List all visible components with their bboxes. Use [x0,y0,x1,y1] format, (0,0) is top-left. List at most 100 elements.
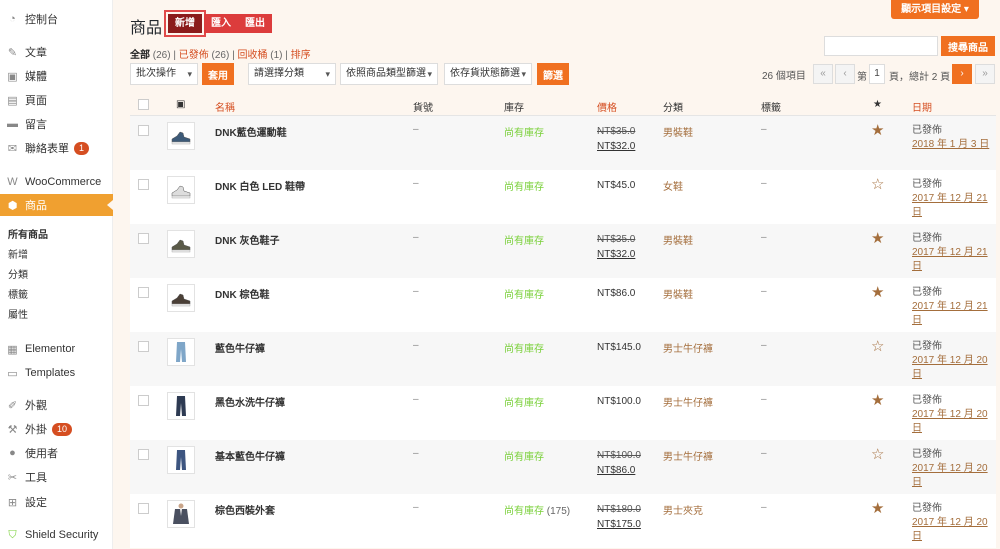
stock-label: 尚有庫存 [504,290,544,301]
product-category-link[interactable]: 男裝鞋 [663,124,693,139]
featured-star-icon[interactable]: ★ [871,391,884,409]
stock-status: 尚有庫存 [504,340,544,355]
view-all[interactable]: 全部 [130,50,150,61]
featured-star-icon[interactable]: ★ [871,499,884,517]
product-name-link[interactable]: 藍色牛仔褲 [215,340,265,355]
publish-date: 2018 年 1 月 3 日 [912,139,990,150]
row-checkbox[interactable] [138,503,149,514]
sidebar-item-10[interactable]: ✐ 外觀 [0,394,113,416]
column-name[interactable]: 名稱 [215,99,235,114]
sidebar-item-15[interactable]: ⛉ Shield Security [0,524,113,546]
export-button[interactable]: 匯出 [238,14,272,33]
featured-star-icon[interactable]: ★ [871,121,884,139]
product-thumbnail[interactable] [167,230,195,258]
product-category-link[interactable]: 男裝鞋 [663,232,693,247]
sidebar-item-12[interactable]: ● 使用者 [0,442,113,464]
prev-page-button[interactable]: ‹ [835,64,855,84]
last-page-button[interactable]: » [975,64,995,84]
bulk-action-select[interactable]: 批次操作 [130,63,198,85]
column-price[interactable]: 價格 [597,99,617,114]
product-thumbnail[interactable] [167,176,195,204]
product-category-link[interactable]: 男士牛仔褲 [663,394,713,409]
row-checkbox[interactable] [138,395,149,406]
column-sku[interactable]: 貨號 [413,99,433,114]
row-checkbox[interactable] [138,287,149,298]
sidebar-subitem-4[interactable]: 屬性 [0,304,113,322]
product-category-link[interactable]: 男士牛仔褲 [663,448,713,463]
sidebar-item-label: 文章 [25,47,47,59]
featured-star-icon[interactable]: ☆ [871,337,884,355]
apply-button[interactable]: 套用 [202,63,234,85]
row-checkbox[interactable] [138,233,149,244]
product-tags: – [761,502,767,513]
sidebar-item-11[interactable]: ⚒ 外掛 10 [0,418,113,440]
search-input[interactable] [824,36,938,56]
sidebar-item-6[interactable]: W WooCommerce [0,171,113,193]
add-new-button[interactable]: 新增 [164,10,206,37]
sidebar-item-7[interactable]: ⬢ 商品 [0,194,113,216]
column-date[interactable]: 日期 [912,99,932,114]
view-published[interactable]: 已發佈 [179,50,209,61]
product-type-filter-select[interactable]: 依照商品類型篩選 [340,63,438,85]
view-sort[interactable]: 排序 [291,50,311,61]
product-name-link[interactable]: DNK 灰色鞋子 [215,232,279,247]
product-name-link[interactable]: 黑色水洗牛仔褲 [215,394,285,409]
product-name-link[interactable]: DNK 白色 LED 鞋帶 [215,178,305,193]
category-filter-select[interactable]: 請選擇分類 [248,63,336,85]
sidebar-item-4[interactable]: ▬ 留言 [0,113,113,135]
search-products-button[interactable]: 搜尋商品 [941,36,995,56]
import-button[interactable]: 匯入 [204,14,238,33]
filter-button[interactable]: 篩選 [537,63,569,85]
sidebar-item-1[interactable]: ✎ 文章 [0,41,113,63]
product-name-link[interactable]: 棕色西裝外套 [215,502,275,517]
sidebar-item-5[interactable]: ✉ 聯絡表單 1 [0,137,113,159]
row-checkbox[interactable] [138,179,149,190]
sidebar-subitem-1[interactable]: 新增 [0,244,113,262]
stock-status: 尚有庫存 [504,394,544,409]
product-category-link[interactable]: 男士牛仔褲 [663,340,713,355]
row-checkbox[interactable] [138,449,149,460]
product-category-link[interactable]: 女鞋 [663,178,683,193]
product-category-link[interactable]: 男裝鞋 [663,286,693,301]
sidebar-item-14[interactable]: ⊞ 設定 [0,491,113,513]
product-thumbnail[interactable] [167,122,195,150]
product-name-link[interactable]: DNK藍色運動鞋 [215,124,287,139]
product-name-link[interactable]: DNK 棕色鞋 [215,286,269,301]
sidebar-subitem-2[interactable]: 分類 [0,264,113,282]
product-thumbnail[interactable] [167,446,195,474]
sidebar-subitem-3[interactable]: 標籤 [0,284,113,302]
price: NT$45.0 [597,180,636,191]
sidebar-item-13[interactable]: ✂ 工具 [0,466,113,488]
stock-status: 尚有庫存 (175) [504,502,570,517]
featured-star-icon[interactable]: ☆ [871,175,884,193]
product-thumbnail[interactable] [167,284,195,312]
view-trash[interactable]: 回收桶 [237,50,267,61]
sidebar-subitem-0[interactable]: 所有商品 [0,224,113,242]
sidebar-item-9[interactable]: ▭ Templates [0,362,113,384]
row-checkbox[interactable] [138,341,149,352]
product-tags: – [761,124,767,135]
product-category-link[interactable]: 男士夾克 [663,502,703,517]
next-page-button[interactable]: › [952,64,972,84]
current-page-input[interactable]: 1 [869,64,885,84]
row-checkbox[interactable] [138,125,149,136]
stock-status-filter-select[interactable]: 依存貨狀態篩選 [444,63,532,85]
first-page-button[interactable]: « [813,64,833,84]
shield-icon: ⛉ [8,528,17,541]
featured-star-icon[interactable]: ☆ [871,445,884,463]
sidebar-item-8[interactable]: ▦ Elementor [0,338,113,360]
sidebar-item-0[interactable]: ◔ 控制台 [0,8,113,30]
screen-options-button[interactable]: 顯示項目設定 ▾ [891,0,979,19]
select-all-checkbox[interactable] [138,99,149,110]
product-name-link[interactable]: 基本藍色牛仔褲 [215,448,285,463]
status-label: 已發佈 [912,503,942,514]
product-thumbnail[interactable] [167,338,195,366]
sidebar-item-2[interactable]: ▣ 媒體 [0,65,113,87]
product-thumbnail[interactable] [167,500,195,528]
featured-star-icon[interactable]: ★ [871,229,884,247]
sidebar-item-3[interactable]: ▤ 頁面 [0,89,113,111]
product-thumbnail[interactable] [167,392,195,420]
featured-column-icon[interactable]: ★ [873,99,882,110]
product-sku: – [413,286,419,297]
featured-star-icon[interactable]: ★ [871,283,884,301]
